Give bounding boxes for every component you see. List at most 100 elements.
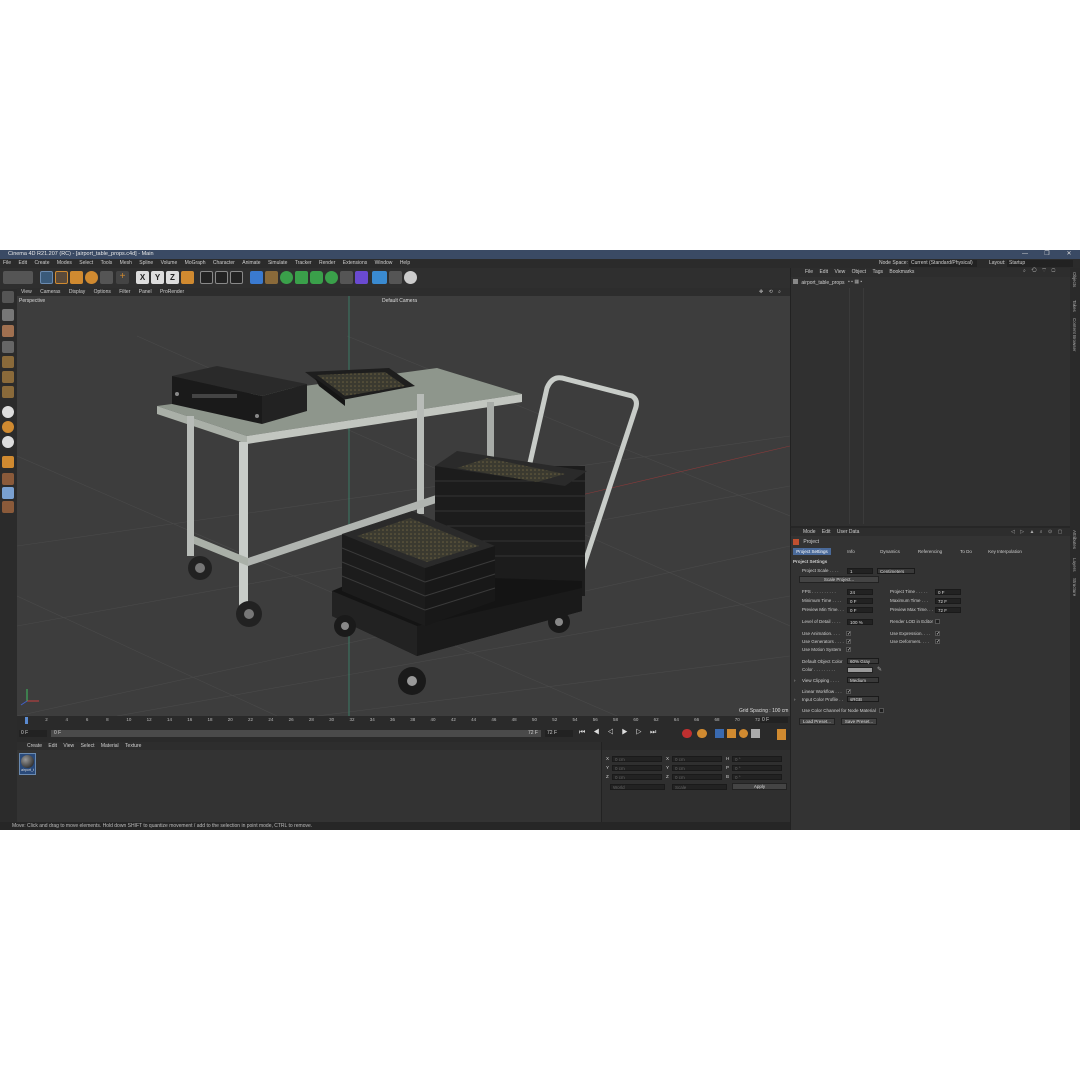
render-view-icon[interactable]: [200, 271, 213, 284]
playback-controls[interactable]: ⏮ ◀ ◁ ▶ ▷ ⏭: [579, 729, 659, 737]
recent-tools-icon[interactable]: [100, 271, 113, 284]
min-time-field[interactable]: 0 F: [847, 598, 873, 604]
paint-icon[interactable]: [2, 501, 14, 513]
scale-project-button[interactable]: Scale Project...: [799, 576, 879, 583]
coord-value-field[interactable]: 0 cm: [612, 765, 662, 771]
light-group-icon[interactable]: [389, 271, 402, 284]
tab-structure[interactable]: Structure: [1072, 578, 1077, 596]
tab-objects[interactable]: Objects: [1072, 272, 1077, 287]
3d-viewport[interactable]: Perspective Default Camera Grid Spacing …: [17, 296, 790, 716]
points-mode-icon[interactable]: [2, 356, 14, 368]
key-scale-icon[interactable]: [727, 729, 736, 738]
object-tags-icons[interactable]: ▪ ▪ ▦ ▪: [848, 279, 888, 287]
minimize-button[interactable]: —: [1014, 250, 1036, 259]
close-button[interactable]: ✕: [1058, 250, 1080, 259]
frame-range-slider[interactable]: 0 F 72 F: [51, 730, 541, 737]
rotate-icon[interactable]: [85, 271, 98, 284]
pen-icon[interactable]: [265, 271, 278, 284]
om-menu-view[interactable]: View: [834, 269, 845, 275]
om-menu-object[interactable]: Object: [852, 269, 866, 275]
material-swatch[interactable]: airport_t: [19, 753, 36, 775]
am-menu-user-data[interactable]: User Data: [837, 529, 860, 535]
z-axis-button[interactable]: Z: [166, 271, 179, 284]
polygons-mode-icon[interactable]: [2, 386, 14, 398]
live-select-icon[interactable]: [40, 271, 53, 284]
start-frame-field[interactable]: 0 F: [19, 730, 47, 737]
preview-max-field[interactable]: 72 F: [935, 607, 961, 613]
om-menu-edit[interactable]: Edit: [819, 269, 828, 275]
key-rotate-icon[interactable]: [739, 729, 748, 738]
menu-tracker[interactable]: Tracker: [295, 260, 312, 266]
vp-menu-options[interactable]: Options: [94, 289, 111, 295]
record-key-icon[interactable]: [682, 729, 692, 738]
texture-mode-icon[interactable]: [2, 325, 14, 337]
apply-button[interactable]: Apply: [732, 783, 787, 790]
make-editable-icon[interactable]: [2, 291, 14, 303]
vp-menu-display[interactable]: Display: [69, 289, 85, 295]
render-picture-viewer-icon[interactable]: [215, 271, 228, 284]
max-time-field[interactable]: 72 F: [935, 598, 961, 604]
project-scale-unit[interactable]: Centimeters: [877, 568, 915, 574]
tab-info[interactable]: Info: [833, 548, 869, 555]
tab-project-settings[interactable]: Project Settings: [793, 548, 831, 555]
transform-icon[interactable]: +: [116, 271, 129, 284]
current-frame-field[interactable]: 0 F: [760, 717, 788, 723]
solo-icon[interactable]: [2, 456, 14, 468]
tab-referencing[interactable]: Referencing: [911, 548, 949, 555]
tab-takes[interactable]: Takes: [1072, 300, 1077, 312]
menu-mograph[interactable]: MoGraph: [185, 260, 206, 266]
tab-key-interpolation[interactable]: Key Interpolation: [983, 548, 1027, 555]
menu-simulate[interactable]: Simulate: [268, 260, 287, 266]
linear-workflow-checkbox[interactable]: ✓: [846, 689, 851, 695]
coord-scale-dropdown[interactable]: Scale: [672, 784, 727, 790]
x-axis-button[interactable]: X: [136, 271, 149, 284]
coord-mode-dropdown[interactable]: World: [610, 784, 665, 790]
menu-help[interactable]: Help: [400, 260, 410, 266]
snap-icon[interactable]: [2, 421, 14, 433]
menu-extensions[interactable]: Extensions: [343, 260, 367, 266]
menu-modes[interactable]: Modes: [57, 260, 72, 266]
coord-value-field[interactable]: 0 °: [732, 774, 782, 780]
use-deformers-checkbox[interactable]: ✓: [935, 639, 940, 645]
maximize-button[interactable]: ❐: [1036, 250, 1058, 259]
key-param-icon[interactable]: [751, 729, 760, 738]
auto-key-icon[interactable]: [697, 729, 707, 738]
render-settings-icon[interactable]: [230, 271, 243, 284]
menu-create[interactable]: Create: [34, 260, 49, 266]
tweak-icon[interactable]: [2, 436, 14, 448]
coord-value-field[interactable]: 0 cm: [612, 756, 662, 762]
coord-value-field[interactable]: 0 cm: [672, 765, 722, 771]
tab-to-do[interactable]: To Do: [951, 548, 981, 555]
light-icon[interactable]: [404, 271, 417, 284]
menu-volume[interactable]: Volume: [161, 260, 178, 266]
coord-value-field[interactable]: 0 °: [732, 756, 782, 762]
mat-menu-texture[interactable]: Texture: [125, 743, 141, 749]
vp-menu-filter[interactable]: Filter: [119, 289, 130, 295]
am-menu-edit[interactable]: Edit: [822, 529, 831, 535]
menu-spline[interactable]: Spline: [139, 260, 153, 266]
enable-axis-icon[interactable]: [2, 406, 14, 418]
project-time-field[interactable]: 0 F: [935, 589, 961, 595]
model-mode-icon[interactable]: [2, 309, 14, 321]
view-clipping-dropdown[interactable]: Medium: [847, 677, 879, 683]
menu-file[interactable]: File: [3, 260, 11, 266]
om-menu-tags[interactable]: Tags: [872, 269, 883, 275]
fps-field[interactable]: 24: [847, 589, 873, 595]
menu-render[interactable]: Render: [319, 260, 335, 266]
scale-icon[interactable]: [70, 271, 83, 284]
load-preset-button[interactable]: Load Preset...: [799, 718, 835, 725]
mograph-icon[interactable]: [325, 271, 338, 284]
menu-character[interactable]: Character: [213, 260, 235, 266]
mat-menu-view[interactable]: View: [63, 743, 74, 749]
playhead[interactable]: [25, 717, 28, 724]
timeline-ruler[interactable]: 0246810121416182022242628303234363840424…: [25, 717, 765, 724]
workplane-icon[interactable]: [2, 341, 14, 353]
om-menu-bookmarks[interactable]: Bookmarks: [889, 269, 914, 275]
mat-menu-select[interactable]: Select: [81, 743, 95, 749]
vp-menu-prorender[interactable]: ProRender: [160, 289, 184, 295]
tab-content-browser[interactable]: Content Browser: [1072, 318, 1077, 352]
menu-window[interactable]: Window: [375, 260, 393, 266]
eyedropper-icon[interactable]: ✎: [877, 666, 882, 673]
menu-select[interactable]: Select: [79, 260, 93, 266]
timeline-window-icon[interactable]: [777, 729, 786, 740]
